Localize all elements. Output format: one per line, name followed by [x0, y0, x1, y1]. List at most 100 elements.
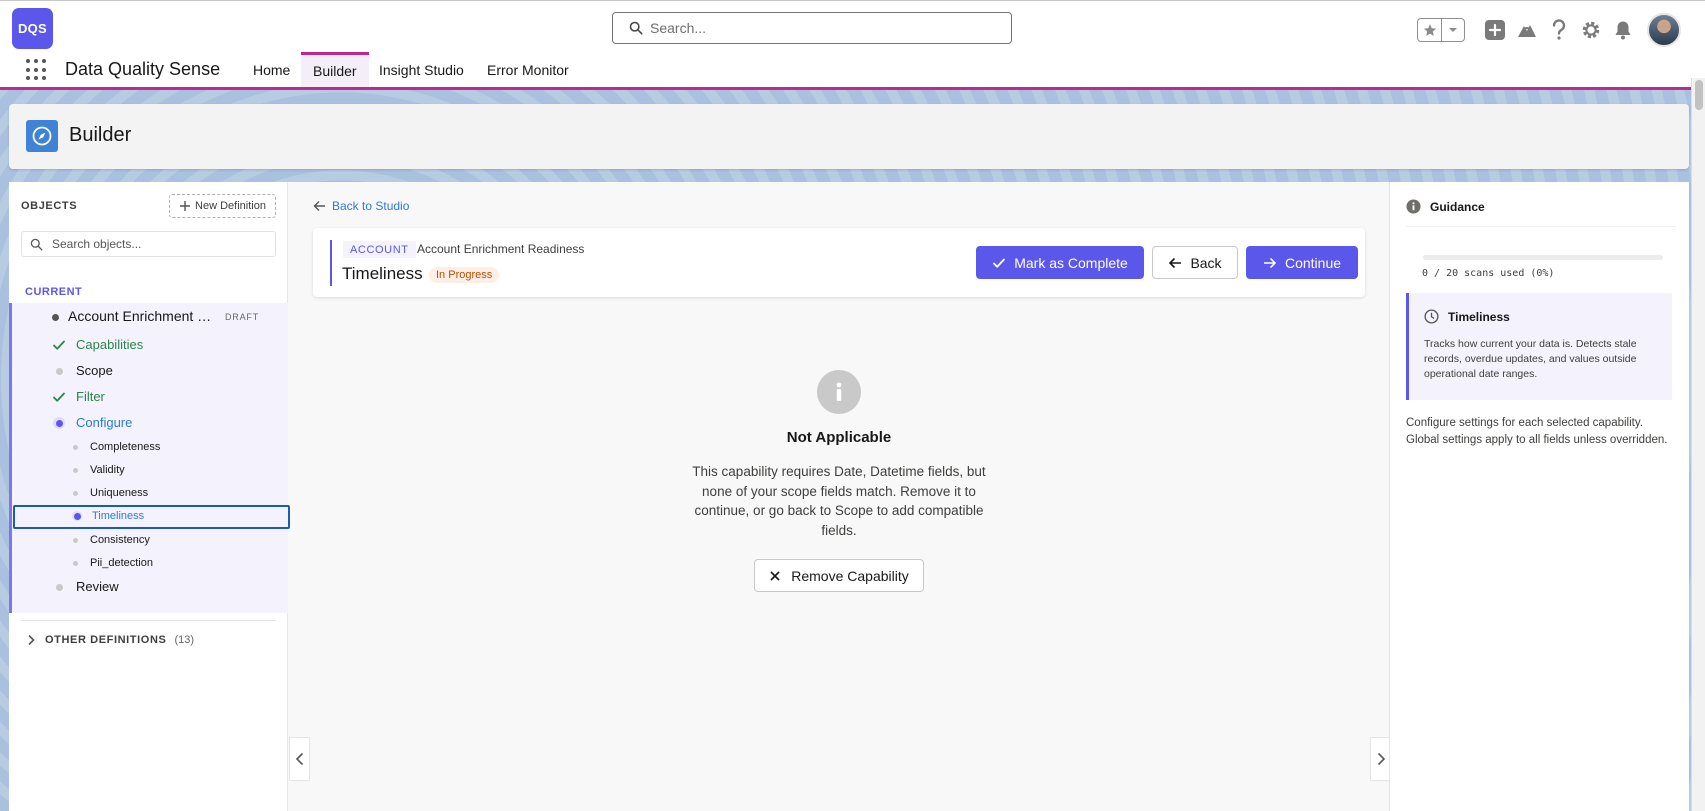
check-icon [993, 258, 1006, 268]
objects-search[interactable] [21, 231, 276, 257]
app-logo[interactable]: DQS [12, 8, 53, 49]
back-button[interactable]: Back [1152, 246, 1238, 279]
info-icon [1406, 199, 1421, 214]
empty-state-title: Not Applicable [786, 429, 892, 446]
substep-label: Validity [90, 464, 125, 476]
step-header-card: ACCOUNT Account Enrichment Readiness Tim… [313, 228, 1365, 297]
scan-usage-bar [1423, 255, 1663, 260]
step-capabilities[interactable]: Capabilities [12, 333, 288, 357]
divider [1406, 226, 1676, 227]
other-definitions-label: OTHER DEFINITIONS [45, 634, 167, 646]
substep-timeliness[interactable]: Timeliness [13, 505, 290, 529]
help-button[interactable] [1543, 16, 1575, 44]
accent-bar [330, 240, 332, 286]
divider [21, 620, 276, 621]
definition-name: Account Enrichment Readiness [417, 242, 585, 256]
chevron-right-icon [1377, 752, 1385, 766]
substep-consistency[interactable]: Consistency [12, 529, 288, 551]
bell-icon [1615, 21, 1631, 40]
avatar[interactable] [1647, 13, 1681, 47]
remove-capability-label: Remove Capability [791, 567, 909, 584]
nav-tab-builder[interactable]: Builder [301, 52, 369, 87]
pending-dot-icon [70, 535, 80, 545]
clock-icon [1424, 309, 1439, 324]
global-actions-button[interactable] [1479, 16, 1511, 44]
check-icon [52, 338, 66, 352]
current-definition[interactable]: Account Enrichment Readiness DRAFT [12, 303, 288, 331]
global-search-input[interactable] [650, 20, 990, 36]
objects-search-input[interactable] [52, 237, 272, 251]
capability-guidance-header: Timeliness [1424, 309, 1510, 324]
remove-capability-button[interactable]: Remove Capability [754, 559, 924, 592]
gear-icon [1582, 21, 1600, 39]
page-title: Builder [69, 124, 132, 146]
nav-tab-error-monitor[interactable]: Error Monitor [475, 52, 581, 87]
trailhead-icon [1518, 25, 1536, 37]
other-definitions-count: (13) [174, 634, 194, 646]
app-name: Data Quality Sense [65, 59, 221, 79]
pending-dot-icon [70, 465, 80, 475]
close-icon [770, 570, 780, 581]
trailhead-button[interactable] [1511, 16, 1543, 44]
global-search[interactable] [612, 12, 1012, 44]
active-dot-icon [52, 416, 66, 430]
nav-tab-insight-studio[interactable]: Insight Studio [367, 52, 476, 87]
page-scrollbar[interactable] [1691, 78, 1705, 811]
scrollbar-thumb[interactable] [1695, 80, 1703, 110]
substep-uniqueness[interactable]: Uniqueness [12, 482, 288, 504]
object-tag: ACCOUNT [343, 241, 416, 258]
capability-guidance-title: Timeliness [1448, 309, 1510, 324]
pending-dot-icon [52, 580, 66, 594]
step-label: Configure [76, 415, 133, 430]
substep-completeness[interactable]: Completeness [12, 436, 288, 458]
collapse-left-panel-button[interactable] [289, 737, 310, 781]
mark-complete-button[interactable]: Mark as Complete [976, 246, 1144, 279]
app-launcher-icon[interactable] [26, 59, 48, 81]
definition-status-dot [52, 314, 59, 321]
global-header: DQS [0, 0, 1705, 52]
step-review[interactable]: Review [12, 575, 288, 599]
current-heading: CURRENT [25, 286, 83, 298]
search-icon [629, 21, 643, 35]
back-to-studio-link[interactable]: Back to Studio [313, 199, 409, 213]
arrow-left-icon [313, 201, 325, 211]
star-icon [1423, 24, 1436, 36]
guidance-panel: Guidance 0 / 20 scans used (0%) Timeline… [1389, 182, 1689, 811]
pending-dot-icon [52, 364, 66, 378]
step-label: Filter [76, 389, 105, 404]
nav-tab-home[interactable]: Home [241, 52, 302, 87]
substep-validity[interactable]: Validity [12, 459, 288, 481]
pending-dot-icon [70, 558, 80, 568]
step-label: Capabilities [76, 337, 144, 352]
check-icon [52, 390, 66, 404]
substep-pii-detection[interactable]: Pii_detection [12, 552, 288, 574]
favorites-group [1417, 18, 1465, 42]
step-scope[interactable]: Scope [12, 359, 288, 383]
substep-label: Consistency [90, 534, 150, 546]
continue-button[interactable]: Continue [1246, 246, 1358, 279]
plus-icon [1485, 20, 1505, 40]
step-filter[interactable]: Filter [12, 385, 288, 409]
notifications-button[interactable] [1607, 16, 1639, 44]
new-definition-button[interactable]: New Definition [169, 194, 276, 218]
step-configure[interactable]: Configure [12, 411, 288, 435]
scan-usage-text: 0 / 20 scans used (0%) [1422, 268, 1555, 279]
favorites-button[interactable] [1418, 19, 1442, 41]
collapse-right-panel-button[interactable] [1370, 737, 1391, 781]
compass-icon [26, 120, 58, 152]
objects-sidebar: OBJECTS New Definition CURRENT Account E… [9, 182, 290, 811]
configure-note: Configure settings for each selected cap… [1406, 417, 1668, 446]
pending-dot-icon [70, 488, 80, 498]
setup-button[interactable] [1575, 16, 1607, 44]
definition-name: Account Enrichment Readiness [68, 308, 218, 324]
step-title: Timeliness [342, 264, 423, 283]
app-nav-bar: Data Quality Sense Home Builder Insight … [0, 52, 1705, 90]
page-header: Builder [9, 104, 1689, 169]
substep-label: Timeliness [92, 510, 145, 522]
favorites-menu-button[interactable] [1442, 19, 1464, 41]
chevron-right-icon [28, 634, 35, 646]
other-definitions-toggle[interactable]: OTHER DEFINITIONS (13) [25, 634, 194, 646]
chevron-down-icon [1449, 28, 1457, 32]
status-badge: In Progress [429, 267, 500, 283]
continue-label: Continue [1284, 254, 1342, 271]
